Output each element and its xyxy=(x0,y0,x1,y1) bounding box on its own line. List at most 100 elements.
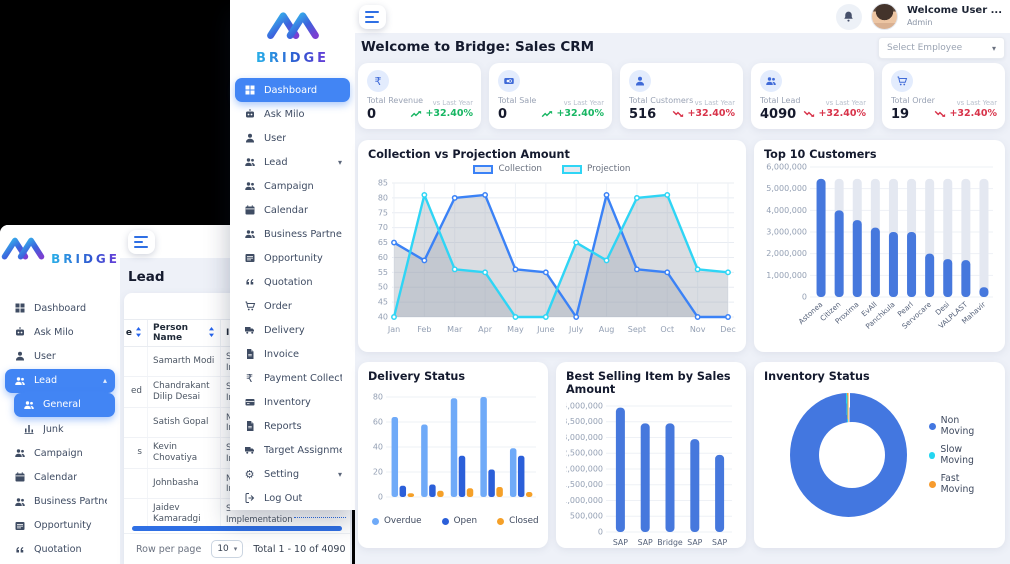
svg-text:3,000,000: 3,000,000 xyxy=(566,433,603,442)
lead-sidebar-item-quotation[interactable]: Quotation xyxy=(5,538,115,562)
trend-down-icon xyxy=(672,110,685,118)
lead-sidebar-item-calendar[interactable]: Calendar xyxy=(5,465,115,489)
sidebar-item-label: Opportunity xyxy=(34,520,92,532)
sidebar-item-opportunity[interactable]: Opportunity xyxy=(235,246,350,270)
lead-sidebar-item-campaign[interactable]: Campaign xyxy=(5,441,115,465)
lead-sidebar-item-general[interactable]: General xyxy=(14,392,115,417)
sidebar-item-label: Ask Milo xyxy=(264,108,305,120)
legend-item-collection: Collection xyxy=(473,164,542,174)
svg-text:1,000,000: 1,000,000 xyxy=(766,271,807,280)
cell-person-name: Satish Gopal xyxy=(148,407,221,437)
svg-text:SAP: SAP xyxy=(687,538,702,547)
delivery-legend: Overdue Open Closed xyxy=(368,513,539,529)
logout-icon xyxy=(243,492,256,505)
kpi-compare-label: vs Last Year xyxy=(825,99,866,107)
lead-sidebar-item-ask-milo[interactable]: Ask Milo xyxy=(5,320,115,344)
sidebar-item-invoice[interactable]: Invoice xyxy=(235,342,350,366)
svg-text:Oct: Oct xyxy=(660,325,674,334)
sidebar-item-quotation[interactable]: Quotation xyxy=(235,270,350,294)
bot-icon xyxy=(13,326,26,339)
column-header-person-name[interactable]: Person Name xyxy=(148,320,221,346)
chevron-down-icon: ▾ xyxy=(337,157,342,167)
delivery-status-chart: 0 20 40 60 80 xyxy=(368,391,538,513)
main-sidebar: BRIDGE Dashboard Ask Milo User Lead ▾ Campaig… xyxy=(230,0,355,510)
sidebar-item-inventory[interactable]: Inventory xyxy=(235,390,350,414)
sidebar-item-label: Setting xyxy=(264,468,300,480)
main-menu-button[interactable] xyxy=(359,5,386,29)
main-sidebar-nav: Dashboard Ask Milo User Lead ▾ Campaign Calend… xyxy=(235,78,350,510)
top-customers-card: Top 10 Customers 0 1,000,000 2,000,000 3,00… xyxy=(754,140,1005,352)
people-icon xyxy=(13,447,26,460)
column-header-e[interactable]: e xyxy=(124,320,148,346)
user-avatar[interactable] xyxy=(870,3,898,30)
sidebar-item-lead[interactable]: Lead ▾ xyxy=(235,150,350,174)
sidebar-item-log-out[interactable]: Log Out xyxy=(235,486,350,510)
sidebar-item-dashboard[interactable]: Dashboard xyxy=(235,78,350,102)
sidebar-item-reports[interactable]: Reports xyxy=(235,414,350,438)
kpi-value: 19 xyxy=(891,107,910,122)
svg-text:0: 0 xyxy=(598,527,603,536)
chevron-up-icon: ▴ xyxy=(102,376,107,386)
svg-text:80: 80 xyxy=(378,193,388,202)
sidebar-item-delivery[interactable]: Delivery xyxy=(235,318,350,342)
kpi-label: Total Sale xyxy=(498,96,537,105)
gear-icon: ⚙ xyxy=(244,467,255,481)
sidebar-item-user[interactable]: User xyxy=(235,126,350,150)
svg-text:July: July xyxy=(568,325,584,334)
sidebar-item-business-partner[interactable]: Business Partner xyxy=(235,222,350,246)
rupee-icon: ₹ xyxy=(246,371,253,385)
kpi-label: Total Customers xyxy=(629,96,694,105)
lead-sidebar-item-opportunity[interactable]: Opportunity xyxy=(5,514,115,538)
lead-sidebar-item-business-partner[interactable]: Business Partner xyxy=(5,490,115,514)
chart-title: Delivery Status xyxy=(368,370,466,383)
legend-item-non-moving: Non Moving xyxy=(928,415,995,437)
lead-sidebar-nav: Dashboard Ask Milo User Lead ▴ General Junk Cam… xyxy=(5,296,115,562)
sort-icon[interactable] xyxy=(135,327,142,340)
svg-text:2,000,000: 2,000,000 xyxy=(566,464,603,473)
svg-text:Apr: Apr xyxy=(478,325,493,334)
sidebar-item-label: Opportunity xyxy=(264,252,323,264)
sidebar-item-label: Calendar xyxy=(264,204,309,216)
box-icon xyxy=(243,396,256,409)
screenshot-stage: BRIDGE Dashboard Ask Milo User Lead ▴ General… xyxy=(0,0,1010,564)
people-icon xyxy=(13,374,26,387)
sidebar-item-label: User xyxy=(34,350,56,362)
listbox-icon xyxy=(13,519,26,532)
cart-icon xyxy=(243,300,256,313)
kpi-compare-label: vs Last Year xyxy=(956,99,997,107)
inventory-donut-wrap: Non Moving Slow Moving Fast Moving xyxy=(764,393,995,517)
sidebar-item-label: Inventory xyxy=(264,396,311,408)
top-customers-chart: 0 1,000,000 2,000,000 3,000,000 4,000,000 5,0… xyxy=(764,161,995,347)
svg-text:3,500,000: 3,500,000 xyxy=(566,417,603,426)
svg-text:June: June xyxy=(536,325,555,334)
kpi-delta: +32.40% xyxy=(803,108,866,119)
sidebar-item-label: General xyxy=(43,399,81,411)
lead-sidebar-item-dashboard[interactable]: Dashboard xyxy=(5,296,115,320)
cell-person-name: Kevin Chovatiya xyxy=(148,437,221,468)
kpi-delta: +32.40% xyxy=(410,108,473,119)
trend-up-icon xyxy=(541,110,554,118)
sidebar-item-target-assignment[interactable]: Target Assignment xyxy=(235,438,350,462)
sidebar-item-setting[interactable]: ⚙ Setting ▾ xyxy=(235,462,350,486)
rupee-icon: ₹ xyxy=(367,70,389,92)
kpi-value: 4090 xyxy=(760,107,797,122)
sidebar-item-payment-collection[interactable]: ₹ Payment Collection xyxy=(235,366,350,390)
sort-icon[interactable] xyxy=(208,327,215,340)
lead-sidebar-item-junk[interactable]: Junk xyxy=(14,417,115,441)
listbox-icon xyxy=(243,252,256,265)
rows-per-page-value: 10 xyxy=(217,544,229,554)
sidebar-item-label: Log Out xyxy=(264,492,303,504)
sidebar-item-calendar[interactable]: Calendar xyxy=(235,198,350,222)
sidebar-item-campaign[interactable]: Campaign xyxy=(235,174,350,198)
legend-item-open: Open xyxy=(441,516,477,526)
lead-sidebar-item-lead[interactable]: Lead ▴ xyxy=(5,368,115,393)
sidebar-item-label: Campaign xyxy=(34,447,83,459)
user-menu[interactable]: Welcome User ... Admin xyxy=(907,5,1002,28)
lead-sidebar-item-user[interactable]: User xyxy=(5,344,115,368)
sidebar-item-ask-milo[interactable]: Ask Milo xyxy=(235,102,350,126)
select-employee-dropdown[interactable]: Select Employee ▾ xyxy=(878,37,1005,59)
sidebar-item-order[interactable]: Order xyxy=(235,294,350,318)
svg-text:65: 65 xyxy=(378,238,388,247)
notifications-button[interactable] xyxy=(835,3,862,30)
lead-menu-button[interactable] xyxy=(128,230,155,254)
